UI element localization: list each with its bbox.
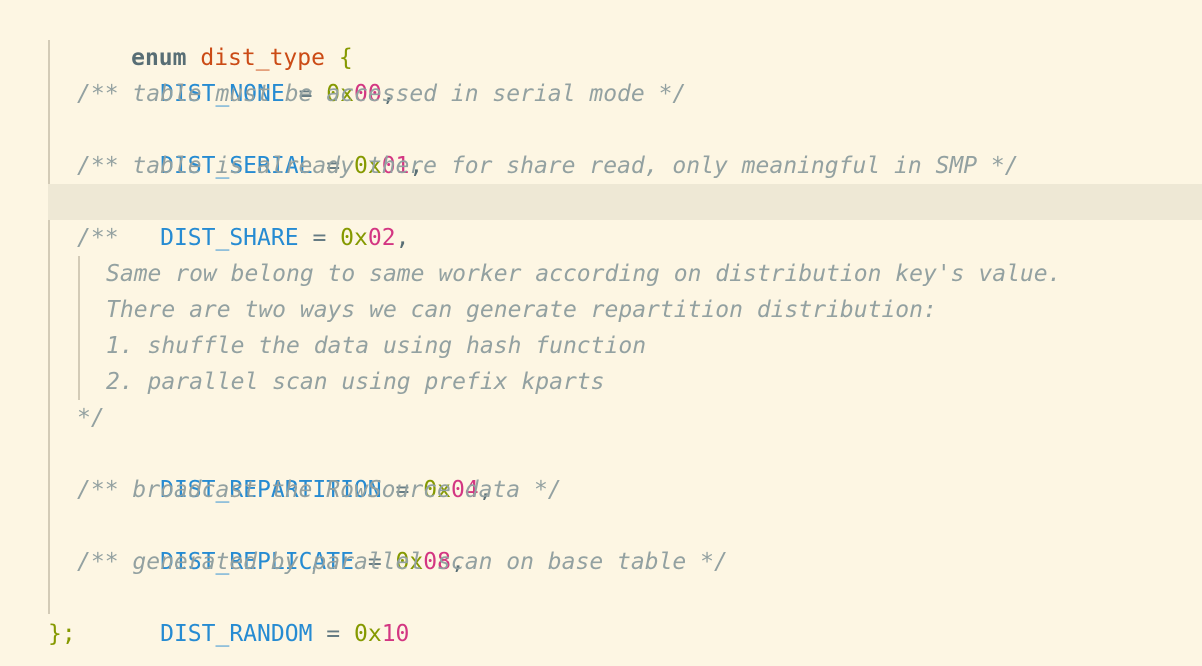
doc-comment-text: 1. shuffle the data using hash function — [106, 333, 647, 359]
code-line-dist-random[interactable]: DIST_RANDOM = 0x10 — [0, 580, 1202, 647]
doc-comment: /** broadcast the RowSource data */ — [77, 477, 562, 503]
code-line-comment-replicate[interactable]: /** broadcast the RowSource data */ — [0, 472, 1202, 508]
code-line-dist-share-current[interactable]: DIST_SHARE = 0x02, — [48, 184, 1202, 251]
doc-comment: /** table is already there for share rea… — [77, 153, 1019, 179]
code-line-dist-serial[interactable]: DIST_SERIAL = 0x01, — [0, 112, 1202, 179]
code-line-comment-random[interactable]: /** generated by parallel scan on base t… — [0, 544, 1202, 580]
code-line-comment-open[interactable]: /** — [0, 220, 1202, 256]
code-line-comment-body[interactable]: 1. shuffle the data using hash function — [0, 328, 1202, 364]
code-line-comment-close[interactable]: */ — [0, 400, 1202, 436]
code-line-enum-close[interactable]: }; — [0, 616, 1202, 652]
doc-comment: /** generated by parallel scan on base t… — [77, 549, 728, 575]
doc-comment: /** table must be accessed in serial mod… — [77, 81, 687, 107]
code-line-comment-body[interactable]: Same row belong to same worker according… — [0, 256, 1202, 292]
doc-comment-text: 2. parallel scan using prefix kparts — [106, 369, 605, 395]
code-line-dist-replicate[interactable]: DIST_REPLICATE = 0x08, — [0, 508, 1202, 575]
code-line-comment-share[interactable]: /** table is already there for share rea… — [0, 148, 1202, 184]
doc-comment-text: There are two ways we can generate repar… — [106, 297, 937, 323]
code-line-dist-none[interactable]: DIST_NONE = 0x00, — [0, 40, 1202, 107]
doc-comment-open: /** — [77, 225, 119, 251]
code-line-comment-serial[interactable]: /** table must be accessed in serial mod… — [0, 76, 1202, 112]
close-brace: }; — [48, 621, 76, 647]
code-line-comment-body[interactable]: There are two ways we can generate repar… — [0, 292, 1202, 328]
code-editor[interactable]: enum dist_type { DIST_NONE = 0x00, /** t… — [0, 0, 1202, 666]
code-line-dist-repartition[interactable]: DIST_REPARTITION = 0x04, — [0, 436, 1202, 503]
doc-comment-text: Same row belong to same worker according… — [106, 261, 1062, 287]
code-line-enum-header[interactable]: enum dist_type { — [0, 4, 1202, 71]
code-line-comment-body[interactable]: 2. parallel scan using prefix kparts — [0, 364, 1202, 400]
doc-comment-close: */ — [77, 405, 105, 431]
